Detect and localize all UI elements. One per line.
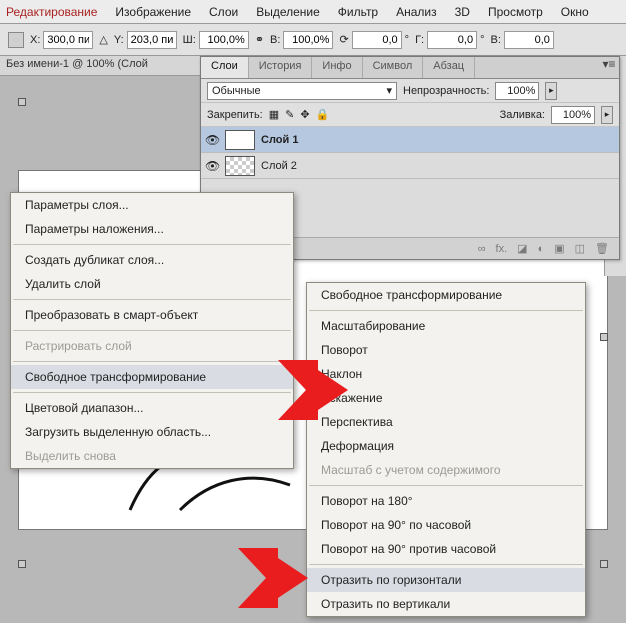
x-input[interactable] [43,31,93,49]
menu-item[interactable]: Параметры наложения... [11,217,293,241]
red-arrow-annotation [238,548,308,608]
menu-item[interactable]: Создать дубликат слоя... [11,248,293,272]
menu-image[interactable]: Изображение [115,5,191,19]
tab-layers[interactable]: Слои [201,57,249,78]
y-input[interactable] [127,31,177,49]
menu-window[interactable]: Окно [561,5,589,19]
opacity-slider-icon[interactable]: ▸ [545,82,557,100]
menu-item[interactable]: Поворот [307,338,585,362]
menu-select[interactable]: Выделение [256,5,320,19]
skew-h-input[interactable] [427,31,477,49]
menu-item[interactable]: Свободное трансформирование [11,365,293,389]
menu-item[interactable]: Отразить по вертикали [307,592,585,616]
delta-icon[interactable]: △ [99,33,107,46]
layer-thumb[interactable] [225,130,255,150]
layer-name[interactable]: Слой 2 [261,160,297,172]
opacity-label: Непрозрачность: [403,85,489,97]
menu-item[interactable]: Преобразовать в смарт-объект [11,303,293,327]
menu-layers[interactable]: Слои [209,5,238,19]
layer-row[interactable]: Слой 1 [201,127,619,153]
handle-br[interactable] [600,560,608,568]
menu-item[interactable]: Поворот на 90° против часовой [307,537,585,561]
lock-all-icon[interactable]: 🔒 [316,108,330,121]
transform-submenu: Свободное трансформирование Масштабирован… [306,282,586,617]
menu-item[interactable]: Наклон [307,362,585,386]
panel-menu-icon[interactable]: ▾≡ [599,57,619,78]
y-label: Y: [114,34,124,46]
menu-item[interactable]: Отразить по горизонтали [307,568,585,592]
menu-filter[interactable]: Фильтр [338,5,378,19]
menu-item[interactable]: Свободное трансформирование [307,283,585,307]
layer-mask-icon[interactable]: ◪ [517,242,527,255]
skew-v-input[interactable] [504,31,554,49]
angle-input[interactable] [352,31,402,49]
layer-fx-icon[interactable]: fx. [496,243,508,255]
panel-tabs: Слои История Инфо Символ Абзац ▾≡ [201,57,619,79]
layer-row[interactable]: Слой 2 [201,153,619,179]
new-layer-icon[interactable]: ◫ [575,242,585,255]
x-label: X: [30,34,40,46]
tab-character[interactable]: Символ [363,57,424,78]
skew-h-label: Г: [415,34,424,46]
handle-tl[interactable] [18,98,26,106]
menu-item: Масштаб с учетом содержимого [307,458,585,482]
menu-item[interactable]: Искажение [307,386,585,410]
menu-item[interactable]: Деформация [307,434,585,458]
visibility-icon[interactable] [205,133,219,147]
options-bar: X: △ Y: Ш: ⚭ В: ⟳° Г:° В: [0,24,626,56]
link-layers-icon[interactable]: ∞ [478,243,486,255]
fill-input[interactable]: 100% [551,106,595,124]
adjustment-layer-icon[interactable]: ◐ [538,243,545,255]
menu-analysis[interactable]: Анализ [396,5,437,19]
menu-item[interactable]: Удалить слой [11,272,293,296]
blend-mode-select[interactable]: Обычные▾ [207,82,397,100]
opacity-input[interactable]: 100% [495,82,539,100]
menu-item[interactable]: Поворот на 180° [307,489,585,513]
trash-icon[interactable]: 🗑 [595,242,609,255]
handle-bl[interactable] [18,560,26,568]
h-label: В: [270,34,280,46]
menu-item[interactable]: Загрузить выделенную область... [11,420,293,444]
group-icon[interactable]: ▣ [554,242,564,255]
w-label: Ш: [183,34,196,46]
fill-label: Заливка: [500,109,545,121]
reference-point-icon[interactable] [8,32,24,48]
tab-paragraph[interactable]: Абзац [423,57,475,78]
lock-transparency-icon[interactable]: ▦ [269,108,279,121]
menu-item[interactable]: Цветовой диапазон... [11,396,293,420]
h-input[interactable] [283,31,333,49]
deg-label: ° [405,34,409,46]
menu-edit[interactable]: Редактирование [6,5,97,19]
tab-info[interactable]: Инфо [312,57,362,78]
lock-paint-icon[interactable]: ✎ [285,108,294,121]
menu-item[interactable]: Масштабирование [307,314,585,338]
angle-icon: ⟳ [339,33,348,46]
lock-position-icon[interactable]: ✥ [300,108,309,121]
menu-view[interactable]: Просмотр [488,5,543,19]
visibility-icon[interactable] [205,159,219,173]
layer-context-menu: Параметры слоя...Параметры наложения... С… [10,192,294,469]
menu-item: Выделить снова [11,444,293,468]
fill-slider-icon[interactable]: ▸ [601,106,613,124]
w-input[interactable] [199,31,249,49]
menu-item[interactable]: Перспектива [307,410,585,434]
layer-thumb[interactable] [225,156,255,176]
skew-v-label: В: [490,34,500,46]
layer-name[interactable]: Слой 1 [261,134,298,146]
menu-3d[interactable]: 3D [455,5,470,19]
menu-item[interactable]: Параметры слоя... [11,193,293,217]
menu-item: Растрировать слой [11,334,293,358]
menu-item[interactable]: Поворот на 90° по часовой [307,513,585,537]
tab-history[interactable]: История [249,57,313,78]
lock-label: Закрепить: [207,109,263,121]
main-menubar: Редактирование Изображение Слои Выделени… [0,0,626,24]
link-icon[interactable]: ⚭ [255,33,264,46]
